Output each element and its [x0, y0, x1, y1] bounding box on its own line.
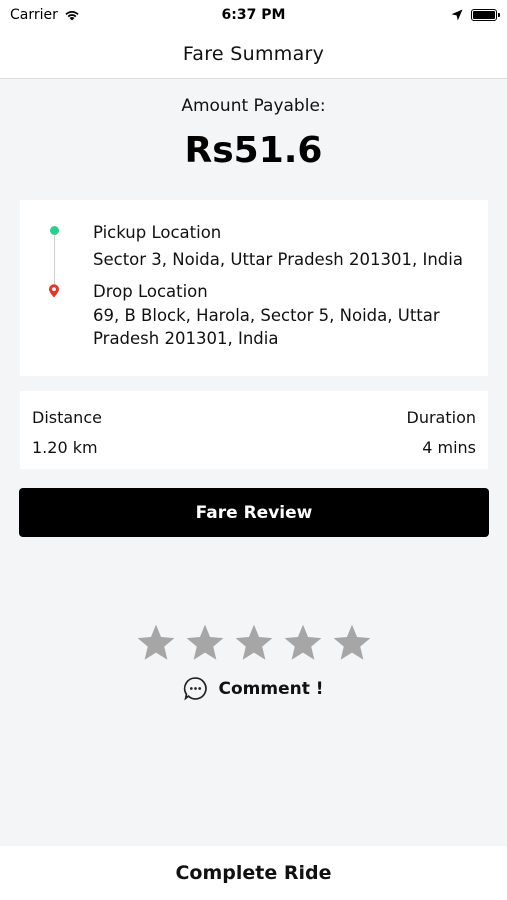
- status-right: [451, 9, 500, 21]
- complete-ride-button[interactable]: Complete Ride: [0, 846, 507, 900]
- comment-button[interactable]: Comment !: [0, 676, 507, 701]
- complete-ride-label: Complete Ride: [175, 862, 332, 884]
- star-rating: [0, 622, 507, 664]
- status-bar: Carrier 6:37 PM: [0, 0, 507, 30]
- fare-review-button[interactable]: Fare Review: [19, 488, 489, 537]
- pickup-location-title: Pickup Location: [93, 223, 222, 242]
- page-title: Fare Summary: [182, 43, 325, 65]
- star-icon-4[interactable]: [282, 622, 324, 664]
- route-connector-line: [54, 236, 55, 286]
- location-arrow-icon: [451, 9, 463, 21]
- pickup-dot-icon: [50, 226, 59, 235]
- route-card: Pickup Location Sector 3, Noida, Uttar P…: [20, 200, 488, 376]
- star-icon-3[interactable]: [233, 622, 275, 664]
- distance-label: Distance: [32, 408, 102, 427]
- distance-value: 1.20 km: [32, 438, 98, 457]
- trip-stats-card: Distance 1.20 km Duration 4 mins: [20, 391, 488, 469]
- drop-location-address: 69, B Block, Harola, Sector 5, Noida, Ut…: [93, 306, 440, 348]
- battery-icon: [471, 9, 500, 21]
- pickup-location-address: Sector 3, Noida, Uttar Pradesh 201301, I…: [93, 250, 463, 269]
- nav-bar: Fare Summary: [0, 30, 507, 79]
- drop-pin-icon: [49, 284, 59, 298]
- chat-bubble-icon: [184, 677, 208, 701]
- drop-location-title: Drop Location: [93, 282, 208, 301]
- status-time: 6:37 PM: [221, 7, 286, 23]
- duration-label: Duration: [406, 408, 477, 427]
- star-icon-5[interactable]: [331, 622, 373, 664]
- comment-label: Comment !: [218, 678, 324, 699]
- star-icon-1[interactable]: [135, 622, 177, 664]
- duration-value: 4 mins: [422, 438, 476, 457]
- amount-payable-value: Rs51.6: [184, 130, 323, 171]
- amount-payable-label: Amount Payable:: [181, 96, 326, 116]
- star-icon-2[interactable]: [184, 622, 226, 664]
